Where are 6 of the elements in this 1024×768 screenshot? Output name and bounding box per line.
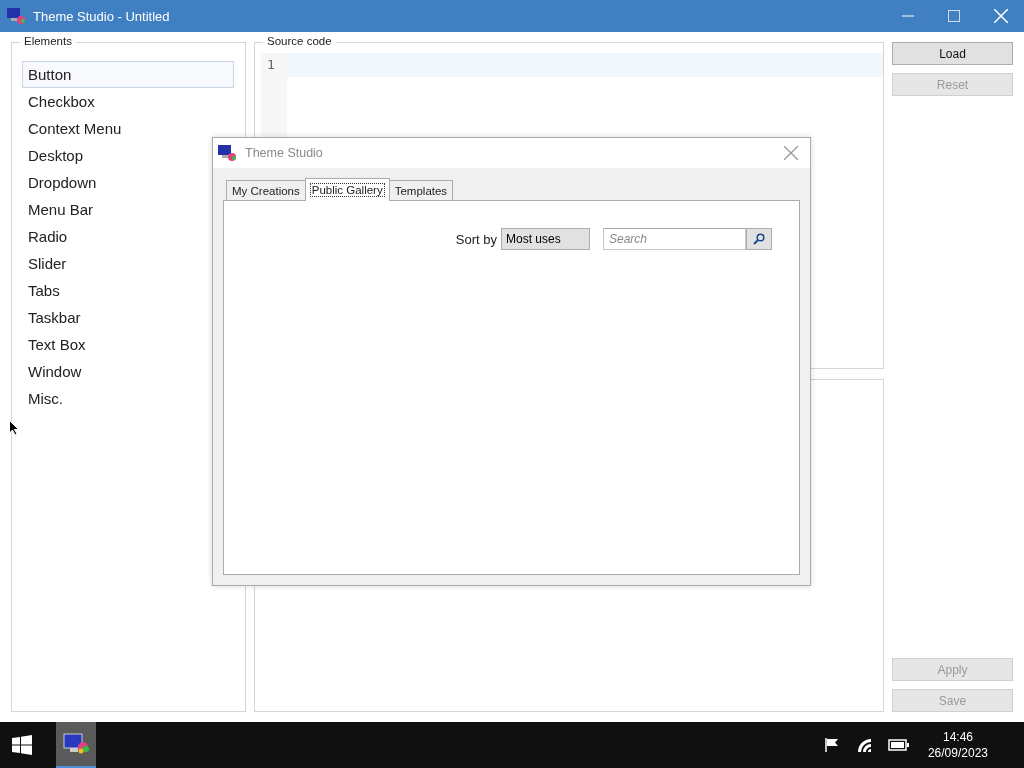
window-title: Theme Studio - Untitled [33,8,170,24]
group-label: Source code [263,35,336,47]
group-label: Elements [20,35,76,47]
dialog-title: Theme Studio [245,146,323,160]
line-number: 1 [267,56,275,74]
sort-label: Sort by [455,231,497,247]
